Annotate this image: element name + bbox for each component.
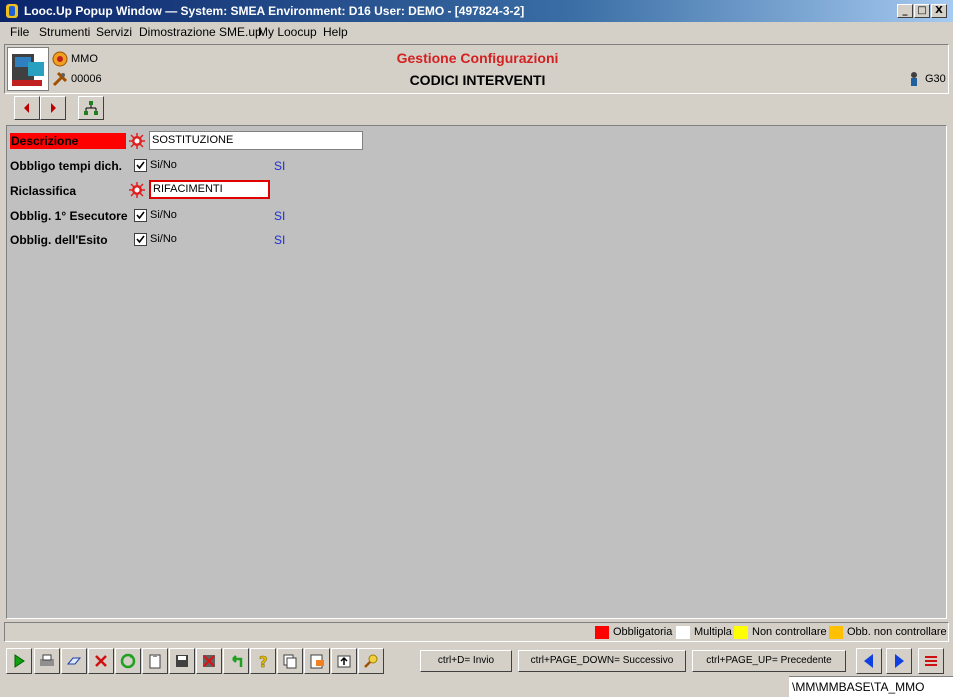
required-marker-icon — [129, 182, 145, 198]
header-panel: MMO 00006 Gestione Configurazioni CODICI… — [4, 44, 949, 94]
save-icon — [176, 655, 188, 667]
upload-button[interactable] — [331, 648, 357, 674]
arrow-right-icon — [51, 103, 56, 113]
copy-button[interactable] — [277, 648, 303, 674]
navigation-toolbar — [4, 94, 949, 122]
menu-strumenti[interactable]: Strumenti — [39, 25, 90, 39]
checkbox-label: Si/No — [150, 233, 177, 245]
export-button[interactable] — [304, 648, 330, 674]
next-button[interactable] — [40, 96, 66, 120]
precedente-button[interactable]: ctrl+PAGE_UP= Precedente — [692, 650, 846, 672]
help-icon: ? — [259, 653, 268, 670]
check-icon — [136, 161, 145, 170]
menu-bar: File Strumenti Servizi Dimostrazione SME… — [0, 22, 953, 42]
obblig-esito-checkbox[interactable] — [134, 233, 147, 246]
upload-icon — [337, 655, 351, 668]
object-path: \MM\MMBASE\TA_MMO — [789, 676, 953, 697]
legend-label: Obb. non controllare — [847, 626, 947, 638]
required-marker-icon — [129, 133, 145, 149]
obbligo-tempi-checkbox[interactable] — [134, 159, 147, 172]
page-next-button[interactable] — [886, 648, 912, 674]
printer-icon — [40, 654, 54, 666]
riclassifica-input[interactable]: RIFACIMENTI — [149, 180, 270, 199]
eraser-button[interactable] — [61, 648, 87, 674]
successivo-button[interactable]: ctrl+PAGE_DOWN= Successivo — [518, 650, 686, 672]
previous-button[interactable] — [14, 96, 40, 120]
menu-file[interactable]: File — [10, 25, 29, 39]
label-obblig-esecutore: Obblig. 1° Esecutore — [10, 209, 128, 223]
menu-dimostrazione[interactable]: Dimostrazione SME.up — [139, 25, 262, 39]
triangle-right-icon — [895, 654, 904, 668]
menu-list-button[interactable] — [918, 648, 944, 674]
print-button[interactable] — [34, 648, 60, 674]
list-icon — [925, 656, 937, 666]
check-icon — [136, 211, 145, 220]
refresh-icon — [120, 653, 136, 669]
page-title: Gestione Configurazioni — [396, 50, 559, 66]
play-icon — [14, 654, 25, 668]
legend-bar: Obbligatoria Multipla Non controllare Ob… — [4, 622, 949, 642]
legend-swatch-obbligatoria — [595, 626, 609, 639]
label-descrizione: Descrizione — [10, 133, 126, 149]
invio-button[interactable]: ctrl+D= Invio — [420, 650, 512, 672]
checkbox-label: Si/No — [150, 209, 177, 221]
undo-icon — [232, 655, 243, 667]
run-button[interactable] — [6, 648, 32, 674]
page-previous-button[interactable] — [856, 648, 882, 674]
obblig-esito-value: SI — [274, 233, 286, 247]
menu-help[interactable]: Help — [323, 25, 348, 39]
delete-button[interactable] — [88, 648, 114, 674]
svg-text:?: ? — [259, 653, 268, 670]
clipboard-icon — [149, 654, 161, 669]
check-icon — [136, 235, 145, 244]
close-button[interactable]: X — [931, 4, 947, 18]
minimize-button[interactable]: _ — [897, 4, 913, 18]
legend-label: Non controllare — [752, 626, 827, 638]
refresh-button[interactable] — [115, 648, 141, 674]
legend-swatch-obb-non-controllare — [829, 626, 843, 639]
tree-button[interactable] — [78, 96, 104, 120]
page-subtitle: CODICI INTERVENTI — [409, 72, 546, 88]
checkbox-label: Si/No — [150, 159, 177, 171]
undo-button[interactable] — [223, 648, 249, 674]
legend-label: Multipla — [694, 626, 732, 638]
export-icon — [310, 654, 324, 669]
copy-icon — [283, 654, 297, 669]
label-riclassifica: Riclassifica — [10, 184, 77, 198]
clipboard-button[interactable] — [142, 648, 168, 674]
window-title: Looc.Up Popup Window — System: SMEA Envi… — [24, 4, 525, 18]
user-icon — [911, 72, 917, 86]
menu-my-loocup[interactable]: My Loocup — [258, 25, 317, 39]
legend-label: Obbligatoria — [613, 626, 673, 638]
app-icon — [6, 4, 18, 18]
obblig-esecutore-checkbox[interactable] — [134, 209, 147, 222]
label-obbligo-tempi: Obbligo tempi dich. — [10, 159, 122, 173]
title-bar: Looc.Up Popup Window — System: SMEA Envi… — [0, 0, 953, 22]
delete-icon — [95, 655, 107, 667]
search-icon — [364, 654, 378, 668]
label-obblig-esito: Obblig. dell'Esito — [10, 233, 108, 247]
form-area: Descrizione SOSTITUZIONE Obbligo tempi d… — [6, 125, 947, 619]
legend-swatch-non-controllare — [734, 626, 748, 639]
delete-record-button[interactable] — [196, 648, 222, 674]
eraser-icon — [66, 657, 82, 665]
user-code: G30 — [925, 73, 946, 85]
delete-record-icon — [203, 655, 215, 667]
menu-servizi[interactable]: Servizi — [96, 25, 132, 39]
descrizione-input[interactable]: SOSTITUZIONE — [149, 131, 363, 150]
obbligo-tempi-value: SI — [274, 159, 286, 173]
legend-swatch-multipla — [676, 626, 690, 639]
action-toolbar: ? ctrl+D= Invio ctrl+PAGE_DOWN= Successi… — [4, 644, 949, 676]
obblig-esecutore-value: SI — [274, 209, 286, 223]
maximize-button[interactable]: □ — [914, 4, 930, 18]
help-button[interactable]: ? — [250, 648, 276, 674]
search-button[interactable] — [358, 648, 384, 674]
arrow-left-icon — [24, 103, 29, 113]
save-button[interactable] — [169, 648, 195, 674]
tree-icon — [84, 101, 98, 115]
triangle-left-icon — [864, 654, 873, 668]
